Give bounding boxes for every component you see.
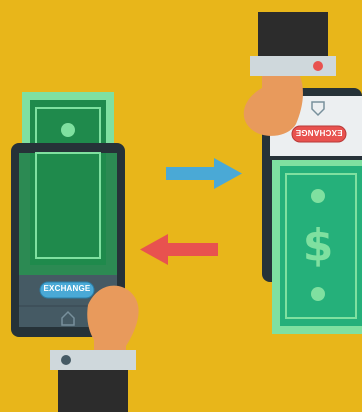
svg-text:$: $ [303,220,334,271]
left-exchange-label[interactable]: EXCHANGE [40,284,94,293]
dollar-icon: $ [303,220,334,271]
right-hand [250,12,336,76]
right-exchange-label[interactable]: EXCHANGE [292,128,346,137]
dollar-bill: $ [272,160,362,334]
illustration-canvas: ₹ [0,0,362,412]
exchange-illustration: ₹ [0,0,362,412]
